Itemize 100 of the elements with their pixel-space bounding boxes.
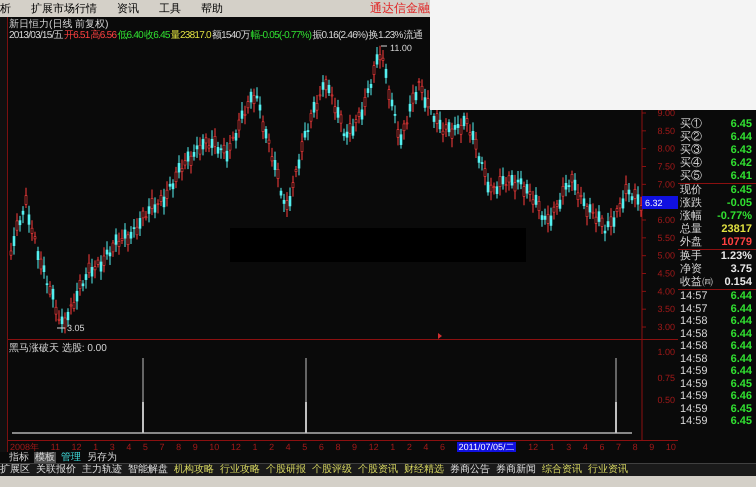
info-tab[interactable]: 综合资讯 (542, 464, 582, 476)
quote-value: 23817 (721, 223, 752, 236)
quote-info-text: 2013/03/15/五 (9, 30, 63, 42)
axis-tick-label: 9.00 (657, 108, 675, 118)
quote-label: 涨幅 (680, 210, 702, 223)
tick-price: 6.44 (730, 365, 752, 378)
date-label: 12 (72, 442, 82, 452)
axis-tick-label: 3.00 (657, 322, 675, 332)
date-label: 4 (423, 442, 428, 452)
date-label: 2 (269, 442, 274, 452)
quote-info-text: 换1.23% (368, 30, 403, 42)
brand-title: 通达信金融 (370, 0, 430, 17)
date-label: 10 (666, 442, 676, 452)
marker-icon (438, 333, 442, 339)
date-label: 4 (582, 442, 588, 452)
tick-price: 6.44 (730, 352, 752, 365)
date-label: 5 (302, 442, 308, 452)
tick-price: 6.45 (730, 378, 752, 390)
date-label: 1 (550, 442, 555, 452)
info-tab[interactable]: 行业攻略 (220, 464, 260, 476)
tick-price: 6.45 (730, 402, 752, 415)
quote-label: 外盘 (680, 236, 702, 249)
tick-price: 6.44 (730, 290, 752, 302)
date-label: 1 (390, 442, 396, 452)
quote-value: 1.23% (720, 250, 752, 263)
quote-label: 净资 (680, 263, 702, 276)
axis-tick-label: 0.50 (657, 395, 675, 405)
date-label: 12 (230, 442, 241, 452)
low-price-label: 3.05 (67, 323, 85, 333)
bid-price: 6.45 (730, 118, 752, 131)
tick-price: 6.44 (730, 328, 752, 340)
selected-date-label: 2011/07/05/二 (456, 442, 516, 452)
menu-item[interactable]: 资讯 (117, 1, 139, 16)
info-tab[interactable]: 智能解盘 (128, 464, 168, 476)
info-tab[interactable]: 行业资讯 (588, 464, 628, 476)
quote-info-text: 量23817.0 (170, 30, 211, 42)
date-label: 9 (352, 442, 358, 452)
quote-info-text: 开6.51 (64, 30, 90, 42)
tick-time: 14:57 (680, 290, 708, 302)
quote-value: -0.77% (717, 210, 752, 223)
tick-price: 6.44 (730, 315, 752, 328)
quote-info-text: 振0.16(2.46%) (312, 30, 368, 42)
quote-info-text: 高6.56 (90, 30, 116, 42)
date-label: 6 (440, 442, 446, 452)
cursor-price-tag (642, 196, 678, 209)
quote-label: 现价 (680, 184, 702, 197)
date-label: 7 (616, 442, 622, 452)
bid-label: 买③ (680, 144, 702, 156)
axis-tick-label: 7.00 (657, 179, 675, 190)
quote-info-text: 幅-0.05(-0.77%) (250, 30, 312, 42)
date-label: 9 (649, 442, 654, 452)
tab[interactable]: 另存为 (86, 452, 118, 463)
tick-time: 14:59 (680, 365, 708, 378)
tick-time: 14:59 (680, 415, 708, 428)
axis-tick-label: 0.75 (657, 373, 675, 383)
date-label: 12 (528, 442, 538, 452)
date-label: 6 (318, 442, 324, 452)
date-label: 8 (176, 442, 182, 452)
bid-label: 买④ (680, 157, 702, 170)
menu-item[interactable]: 扩展市场行情 (31, 1, 97, 16)
quote-value: 0.154 (724, 276, 752, 289)
date-label: 11 (50, 442, 60, 452)
date-label: 5 (142, 442, 148, 452)
tab[interactable]: 管理 (60, 452, 82, 463)
tick-time: 14:59 (680, 402, 708, 415)
bid-price: 6.44 (730, 131, 752, 144)
info-tab[interactable]: 个股研报 (266, 464, 306, 476)
date-label: 8 (632, 442, 638, 452)
indicator-title: 黑马涨破天 选股: 0.00 (9, 343, 107, 354)
cursor-price-text: 6.32 (645, 198, 663, 208)
tab[interactable]: 模板 (34, 452, 56, 463)
axis-tick-label: 3.50 (657, 304, 675, 314)
tick-price: 6.46 (730, 390, 752, 402)
tab[interactable]: 指标 (8, 452, 30, 463)
quote-info-text: 低6.40 (117, 30, 143, 42)
axis-tick-label: 6.00 (657, 215, 675, 225)
axis-tick-label: 5.00 (657, 250, 675, 261)
tick-time: 14:57 (680, 302, 708, 315)
quote-label: 涨跌 (680, 197, 702, 210)
bid-label: 买② (680, 131, 702, 144)
date-label: 2008年 (10, 442, 40, 452)
menu-item[interactable]: 析 (0, 1, 11, 16)
info-tab[interactable]: 个股资讯 (358, 464, 398, 476)
menu-item[interactable]: 工具 (159, 1, 181, 16)
tick-price: 6.44 (730, 302, 752, 315)
bid-price: 6.42 (730, 157, 752, 170)
quote-label: 收益㈣ (680, 276, 713, 289)
tick-time: 14:59 (680, 378, 708, 390)
high-price-label: 11.00 (390, 43, 412, 53)
tick-time: 14:59 (680, 390, 708, 402)
chart-title: 新日恒力(日线 前复权) (9, 19, 110, 30)
info-tab[interactable]: 机构攻略 (174, 464, 214, 476)
info-tab[interactable]: 财经精选 (404, 464, 444, 476)
quote-info-text: 收6.45 (144, 30, 170, 42)
date-label: 2 (406, 442, 412, 452)
tick-price: 6.44 (730, 340, 752, 352)
info-tab[interactable]: 个股评级 (312, 464, 352, 476)
axis-tick-label: 4.50 (657, 268, 675, 279)
menu-item[interactable]: 帮助 (201, 1, 223, 16)
quote-value: 6.45 (730, 184, 752, 197)
